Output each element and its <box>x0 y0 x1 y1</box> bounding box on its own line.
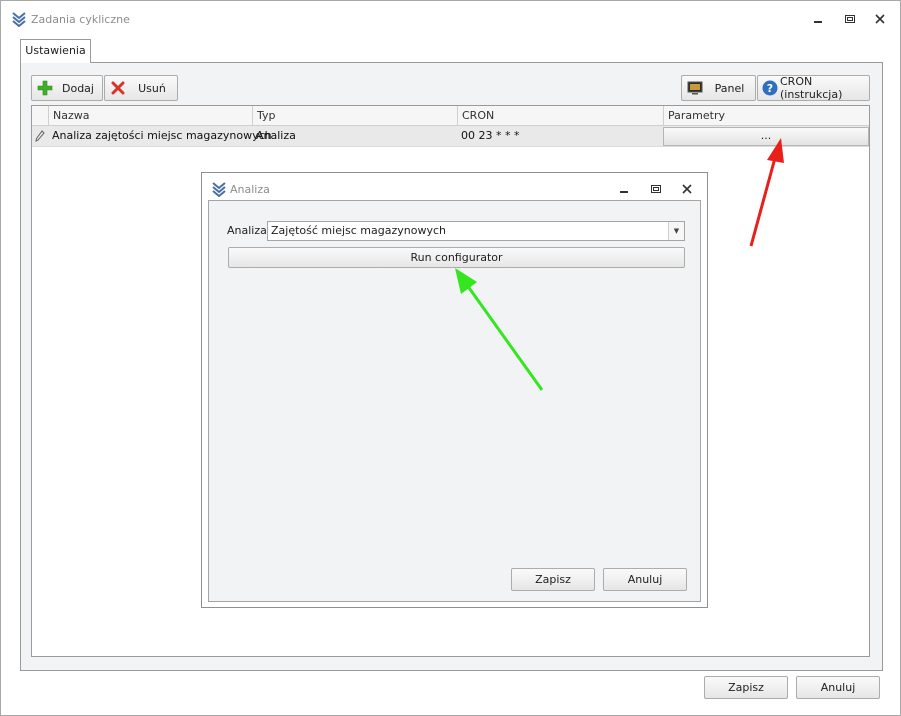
dialog-close-button[interactable] <box>679 181 695 197</box>
row-indicator <box>32 126 48 146</box>
pencil-icon <box>35 130 45 142</box>
save-button-label: Zapisz <box>728 681 764 694</box>
minimize-icon <box>620 191 628 193</box>
maximize-button[interactable] <box>842 11 858 27</box>
dialog-save-button[interactable]: Zapisz <box>511 568 595 591</box>
tab-ustawienia[interactable]: Ustawienia <box>20 39 91 63</box>
run-configurator-label: Run configurator <box>410 251 503 264</box>
window-title: Zadania cykliczne <box>31 13 130 26</box>
dialog-cancel-button[interactable]: Anuluj <box>603 568 687 591</box>
dialog-save-label: Zapisz <box>535 573 571 586</box>
cancel-button[interactable]: Anuluj <box>796 676 880 699</box>
question-icon: ? <box>762 80 778 96</box>
cron-help-button[interactable]: ? CRON (instrukcja) <box>757 75 870 101</box>
add-button[interactable]: Dodaj <box>31 75 103 101</box>
analysis-label: Analiza <box>227 224 267 237</box>
column-header-cron[interactable]: CRON <box>457 106 663 126</box>
close-icon <box>682 184 692 194</box>
analysis-select-value: Zajętość miejsc magazynowych <box>271 224 446 237</box>
column-header-parametry[interactable]: Parametry <box>663 106 870 126</box>
panel-button-label: Panel <box>714 81 745 95</box>
dialog-cancel-label: Anuluj <box>627 573 663 586</box>
restore-icon <box>845 15 855 23</box>
column-header-nazwa[interactable]: Nazwa <box>48 106 252 126</box>
restore-icon <box>651 185 661 193</box>
header-indicator-cell <box>32 106 48 126</box>
app-stacked-chevrons-icon <box>12 12 26 27</box>
dialog-title: Analiza <box>230 183 270 196</box>
delete-button[interactable]: Usuń <box>104 75 178 101</box>
dialog-maximize-button[interactable] <box>648 181 664 197</box>
monitor-icon <box>687 81 703 95</box>
analysis-dialog: Analiza Analiza Zajętość miejsc magazyno… <box>201 172 708 608</box>
plus-icon <box>37 80 53 96</box>
delete-button-label: Usuń <box>138 81 166 95</box>
column-header-typ[interactable]: Typ <box>252 106 457 126</box>
svg-text:?: ? <box>767 82 773 95</box>
cancel-button-label: Anuluj <box>820 681 856 694</box>
cron-help-button-label: CRON (instrukcja) <box>780 75 843 101</box>
minimize-icon <box>814 21 822 23</box>
parameters-button[interactable]: ... <box>663 127 869 146</box>
analysis-select[interactable]: Zajętość miejsc magazynowych ▼ <box>267 221 685 241</box>
row-cron-cell[interactable]: 00 23 * * * <box>457 126 519 146</box>
row-name-cell[interactable]: Analiza zajętości miejsc magazynowych <box>48 126 272 146</box>
dropdown-arrow-icon[interactable]: ▼ <box>668 222 684 240</box>
add-button-label: Dodaj <box>62 81 94 95</box>
title-bar: Zadania cykliczne <box>1 1 900 37</box>
table-row[interactable]: Analiza zajętości miejsc magazynowych An… <box>32 126 869 147</box>
close-button[interactable] <box>872 11 888 27</box>
minimize-button[interactable] <box>810 11 826 27</box>
grid-header: Nazwa Typ CRON Parametry <box>32 106 869 126</box>
run-configurator-button[interactable]: Run configurator <box>228 247 685 268</box>
x-icon <box>111 81 125 95</box>
save-button[interactable]: Zapisz <box>704 676 788 699</box>
panel-button[interactable]: Panel <box>681 75 756 101</box>
dialog-body: Analiza Zajętość miejsc magazynowych ▼ R… <box>208 200 701 602</box>
dialog-minimize-button[interactable] <box>616 181 632 197</box>
close-icon <box>875 14 885 24</box>
dialog-stacked-chevrons-icon <box>212 182 226 197</box>
row-type-cell[interactable]: Analiza <box>252 126 296 146</box>
